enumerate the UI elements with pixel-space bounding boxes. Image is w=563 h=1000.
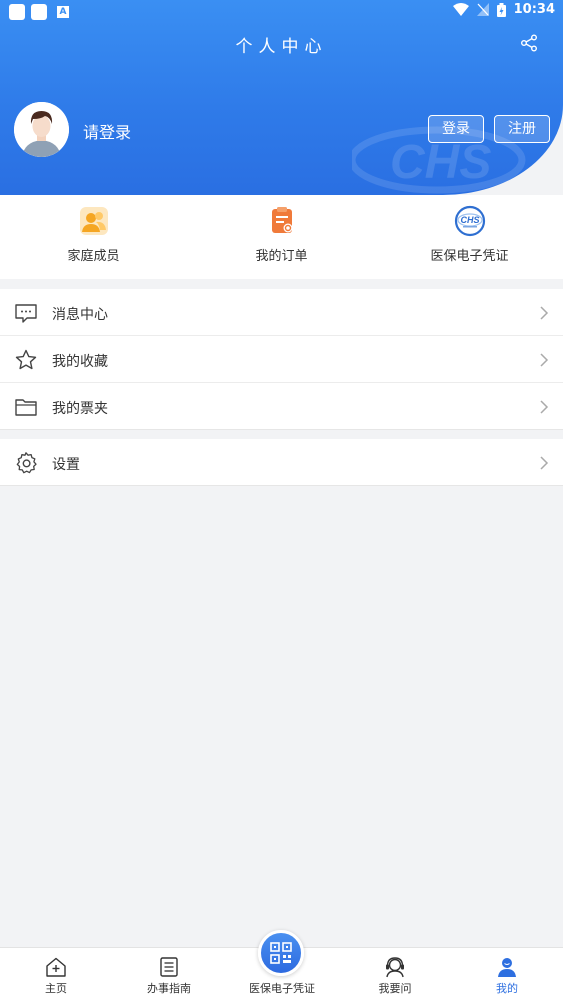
quick-action-label: 医保电子凭证 — [430, 249, 509, 264]
medical-insurance-card-button[interactable]: CHS 医保电子凭证 — [376, 195, 563, 279]
nav-label: 我要问 — [378, 982, 412, 995]
keyboard-icon: A — [57, 6, 69, 18]
profile-header: A 10:34 个人中心 CHS 请登录 登录 注册 — [0, 0, 563, 195]
no-signal-icon — [476, 3, 489, 16]
battery-icon — [496, 2, 506, 17]
nav-guide[interactable]: 办事指南 — [113, 948, 225, 1000]
wifi-icon — [452, 3, 469, 16]
menu-item-label: 我的收藏 — [52, 354, 108, 370]
chevron-right-icon — [540, 353, 549, 367]
chevron-right-icon — [540, 400, 549, 414]
gear-icon — [16, 452, 37, 474]
nav-mine[interactable]: 我的 — [451, 948, 563, 1000]
menu-item-label: 设置 — [52, 457, 80, 473]
avatar[interactable] — [14, 102, 69, 157]
chs-icon: CHS — [454, 205, 485, 237]
chevron-right-icon — [540, 456, 549, 470]
user-icon — [498, 958, 516, 977]
login-button[interactable]: 登录 — [428, 115, 484, 143]
notification-icon — [31, 4, 47, 20]
menu-item-favorites[interactable]: 我的收藏 — [0, 336, 563, 383]
qr-code-icon — [270, 942, 292, 964]
login-prompt[interactable]: 请登录 — [83, 119, 131, 143]
family-icon — [79, 207, 108, 235]
guide-icon — [160, 957, 178, 977]
chevron-right-icon — [540, 306, 549, 320]
nav-label: 我的 — [496, 982, 518, 995]
status-bar: A 10:34 — [0, 0, 563, 24]
avatar-illustration — [14, 102, 69, 157]
folder-icon — [15, 399, 37, 416]
nav-ask[interactable]: 我要问 — [339, 948, 451, 1000]
menu-group-main: 消息中心 我的收藏 我的票夹 — [0, 289, 563, 430]
menu-group-settings: 设置 — [0, 439, 563, 486]
svg-text:CHS: CHS — [460, 215, 479, 225]
page-title: 个人中心 — [235, 37, 328, 57]
menu-item-settings[interactable]: 设置 — [0, 439, 563, 486]
notification-icon — [9, 4, 25, 20]
qr-code-button[interactable] — [258, 930, 304, 976]
menu-item-ticket-folder[interactable]: 我的票夹 — [0, 383, 563, 430]
share-icon[interactable] — [520, 34, 538, 52]
nav-label: 主页 — [45, 982, 67, 995]
nav-label: 医保电子凭证 — [249, 982, 315, 995]
svg-text:CHS: CHS — [390, 136, 491, 189]
home-icon — [46, 957, 66, 977]
register-button[interactable]: 注册 — [494, 115, 550, 143]
clock: 10:34 — [513, 2, 555, 17]
menu-item-messages[interactable]: 消息中心 — [0, 289, 563, 336]
star-icon — [15, 349, 37, 370]
order-icon — [271, 207, 292, 233]
nav-home[interactable]: 主页 — [0, 948, 112, 1000]
family-members-button[interactable]: 家庭成员 — [0, 195, 187, 279]
menu-item-label: 我的票夹 — [52, 401, 108, 417]
menu-item-label: 消息中心 — [52, 307, 108, 323]
nav-label: 办事指南 — [147, 982, 191, 995]
my-orders-button[interactable]: 我的订单 — [188, 195, 375, 279]
quick-actions: 家庭成员 我的订单 CHS 医保电子凭证 — [0, 195, 563, 279]
quick-action-label: 家庭成员 — [67, 249, 120, 264]
support-icon — [386, 957, 404, 978]
message-icon — [15, 304, 37, 323]
quick-action-label: 我的订单 — [255, 249, 308, 264]
